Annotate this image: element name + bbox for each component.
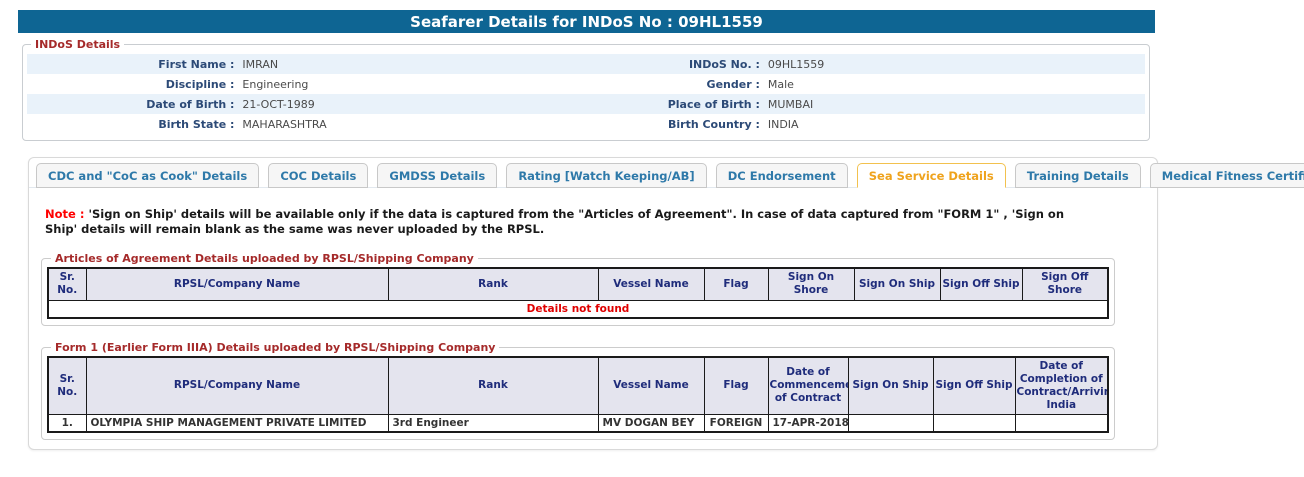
col-sign-off-ship: Sign Off Ship (940, 268, 1022, 300)
gender-value: Male (765, 74, 1145, 94)
col-vessel-name: Vessel Name (598, 357, 704, 415)
cell-vessel: MV DOGAN BEY (598, 415, 704, 433)
tab-dc-endorsement[interactable]: DC Endorsement (716, 163, 848, 188)
page-title-bar: Seafarer Details for INDoS No : 09HL1559 (18, 10, 1155, 33)
col-sign-off-shore: Sign Off Shore (1022, 268, 1108, 300)
detail-row: Discipline : Engineering Gender : Male (27, 74, 1145, 94)
col-date-of-commencement: Date of Commencement of Contract (768, 357, 848, 415)
articles-of-agreement-caption: Articles of Agreement Details uploaded b… (51, 252, 478, 265)
tab-gmdss-details[interactable]: GMDSS Details (377, 163, 497, 188)
col-flag: Flag (704, 268, 768, 300)
form1-caption: Form 1 (Earlier Form IIIA) Details uploa… (51, 341, 499, 354)
birth-country-label: Birth Country : (647, 114, 764, 134)
table-header-row: Sr. No. RPSL/Company Name Rank Vessel Na… (48, 357, 1108, 415)
tab-training-details[interactable]: Training Details (1015, 163, 1141, 188)
col-sr-no: Sr. No. (48, 268, 86, 300)
date-of-birth-value: 21-OCT-1989 (239, 94, 647, 114)
col-rpsl-company-name: RPSL/Company Name (86, 268, 388, 300)
col-vessel-name: Vessel Name (598, 268, 704, 300)
place-of-birth-value: MUMBAI (765, 94, 1145, 114)
cell-sign-off-ship (933, 415, 1015, 433)
cell-commencement-date: 17-APR-2018 (768, 415, 848, 433)
articles-of-agreement-section: Articles of Agreement Details uploaded b… (41, 252, 1115, 325)
cell-company: OLYMPIA SHIP MANAGEMENT PRIVATE LIMITED (86, 415, 388, 433)
birth-state-value: MAHARASHTRA (239, 114, 647, 134)
place-of-birth-label: Place of Birth : (647, 94, 764, 114)
detail-row: Birth State : MAHARASHTRA Birth Country … (27, 114, 1145, 134)
col-flag: Flag (704, 357, 768, 415)
indos-no-value: 09HL1559 (765, 54, 1145, 74)
col-sign-off-ship: Sign Off Ship (933, 357, 1015, 415)
first-name-value: IMRAN (239, 54, 647, 74)
table-row: 1. OLYMPIA SHIP MANAGEMENT PRIVATE LIMIT… (48, 415, 1108, 433)
table-header-row: Sr. No. RPSL/Company Name Rank Vessel Na… (48, 268, 1108, 300)
empty-row: Details not found (48, 300, 1108, 318)
discipline-label: Discipline : (27, 74, 239, 94)
note: Note : 'Sign on Ship' details will be av… (45, 207, 1079, 237)
cell-rank: 3rd Engineer (388, 415, 598, 433)
col-rpsl-company-name: RPSL/Company Name (86, 357, 388, 415)
col-sr-no: Sr. No. (48, 357, 86, 415)
details-not-found-message: Details not found (48, 300, 1108, 318)
col-sign-on-shore: Sign On Shore (768, 268, 854, 300)
col-date-of-completion: Date of Completion of Contract/Arriving … (1015, 357, 1108, 415)
detail-row: First Name : IMRAN INDoS No. : 09HL1559 (27, 54, 1145, 74)
tab-medical-fitness-certificate[interactable]: Medical Fitness Certificate (1150, 163, 1304, 188)
first-name-label: First Name : (27, 54, 239, 74)
cell-completion-date (1015, 415, 1108, 433)
form1-section: Form 1 (Earlier Form IIIA) Details uploa… (41, 341, 1115, 441)
indos-details-table: First Name : IMRAN INDoS No. : 09HL1559 … (27, 54, 1145, 134)
col-rank: Rank (388, 268, 598, 300)
tab-sea-service-details[interactable]: Sea Service Details (857, 163, 1006, 188)
seafarer-tab-panel: CDC and "CoC as Cook" Details COC Detail… (28, 157, 1158, 450)
articles-of-agreement-table: Sr. No. RPSL/Company Name Rank Vessel Na… (47, 267, 1109, 318)
indos-details-legend: INDoS Details (31, 38, 124, 51)
detail-row: Date of Birth : 21-OCT-1989 Place of Bir… (27, 94, 1145, 114)
col-sign-on-ship: Sign On Ship (848, 357, 933, 415)
col-rank: Rank (388, 357, 598, 415)
tab-strip: CDC and "CoC as Cook" Details COC Detail… (29, 158, 1157, 188)
indos-no-label: INDoS No. : (647, 54, 764, 74)
tab-rating-watch-keeping-ab[interactable]: Rating [Watch Keeping/AB] (506, 163, 706, 188)
birth-country-value: INDIA (765, 114, 1145, 134)
note-text: 'Sign on Ship' details will be available… (45, 207, 1064, 236)
note-prefix: Note : (45, 207, 84, 221)
gender-label: Gender : (647, 74, 764, 94)
discipline-value: Engineering (239, 74, 647, 94)
cell-sign-on-ship (848, 415, 933, 433)
col-sign-on-ship: Sign On Ship (854, 268, 940, 300)
cell-sr-no: 1. (48, 415, 86, 433)
date-of-birth-label: Date of Birth : (27, 94, 239, 114)
indos-details-section: INDoS Details First Name : IMRAN INDoS N… (22, 38, 1150, 141)
cell-flag: FOREIGN (704, 415, 768, 433)
tab-coc-details[interactable]: COC Details (268, 163, 368, 188)
tab-cdc-coc-cook-details[interactable]: CDC and "CoC as Cook" Details (36, 163, 259, 188)
page-title: Seafarer Details for INDoS No : 09HL1559 (410, 13, 763, 31)
sea-service-tab-content: Note : 'Sign on Ship' details will be av… (29, 207, 1157, 440)
form1-table: Sr. No. RPSL/Company Name Rank Vessel Na… (47, 356, 1109, 434)
birth-state-label: Birth State : (27, 114, 239, 134)
